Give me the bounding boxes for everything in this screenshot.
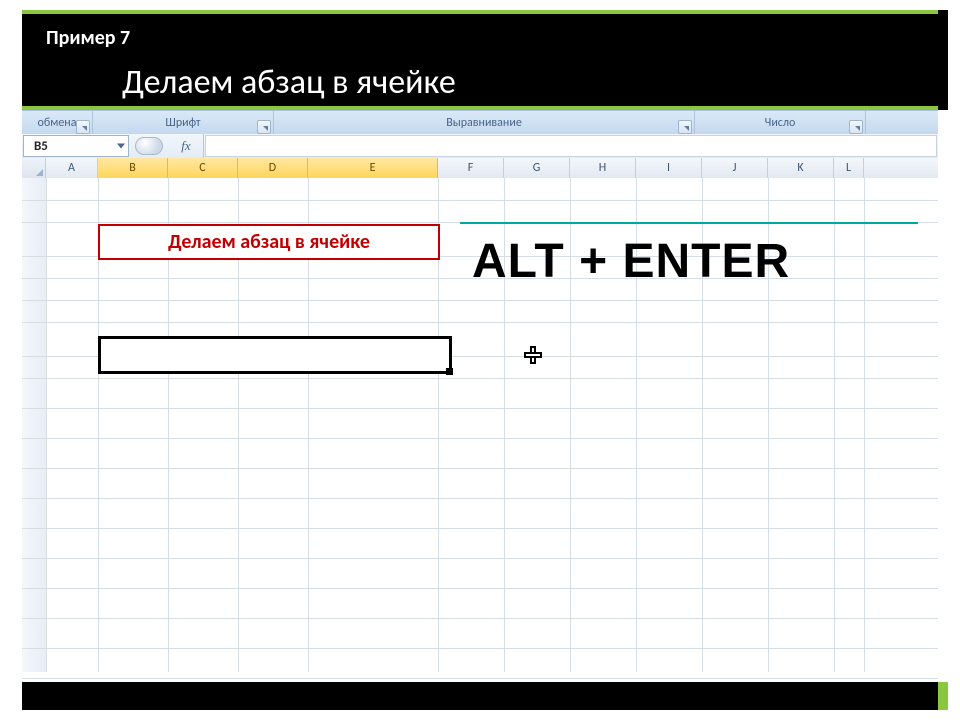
column-header[interactable]: J <box>702 158 768 178</box>
ribbon-group-label: обмена <box>38 116 77 130</box>
slide-title: Делаем абзац в ячейке <box>122 62 456 103</box>
select-all-corner[interactable] <box>22 158 46 178</box>
gridline-horizontal <box>22 618 938 619</box>
excel-cursor-icon <box>524 346 542 364</box>
spreadsheet-grid[interactable]: Делаем абзац в ячейке ALT + ENTER <box>22 178 938 672</box>
ribbon-group: обмена <box>22 111 93 135</box>
ribbon-group-label: Выравнивание <box>446 116 522 130</box>
name-box-value: B5 <box>34 139 48 154</box>
slide-banner: Пример 7 Делаем абзац в ячейке <box>22 10 948 110</box>
knob-icon <box>135 137 163 155</box>
name-box[interactable]: B5 <box>23 135 129 157</box>
gridline-horizontal <box>22 468 938 469</box>
column-header[interactable]: G <box>504 158 570 178</box>
gridline-horizontal <box>22 300 938 301</box>
dialog-launcher-icon[interactable] <box>678 120 692 134</box>
column-header[interactable]: F <box>438 158 504 178</box>
formula-bar-divider <box>129 134 169 158</box>
fx-icon[interactable]: fx <box>169 134 204 158</box>
column-header[interactable]: C <box>168 158 238 178</box>
ribbon-group: Число <box>695 111 866 135</box>
dialog-launcher-icon[interactable] <box>849 120 863 134</box>
column-header[interactable]: D <box>238 158 308 178</box>
column-header[interactable]: B <box>98 158 168 178</box>
red-title-cell: Делаем абзац в ячейке <box>98 224 440 260</box>
slide-bottom-bar <box>22 682 948 710</box>
gridline-horizontal <box>22 378 938 379</box>
gridline-horizontal <box>22 408 938 409</box>
active-cell-selection[interactable] <box>98 336 452 374</box>
gridline-horizontal <box>22 200 938 201</box>
ribbon-group-label: Число <box>765 116 796 130</box>
name-box-dropdown-icon[interactable] <box>117 144 125 149</box>
ribbon-group: Выравнивание <box>274 111 695 135</box>
dialog-launcher-icon[interactable] <box>76 120 90 134</box>
teal-rule <box>460 222 918 224</box>
column-header[interactable]: H <box>570 158 636 178</box>
ribbon-group-label: Шрифт <box>165 116 200 130</box>
red-title-text: Делаем абзац в ячейке <box>168 230 370 254</box>
dialog-launcher-icon[interactable] <box>257 120 271 134</box>
fill-handle[interactable] <box>446 368 453 375</box>
ribbon-group-strip: обмена Шрифт Выравнивание Число <box>22 110 938 136</box>
column-headers: ABCDEFGHIJKL <box>22 158 938 179</box>
gridline-horizontal <box>22 588 938 589</box>
example-number: Пример 7 <box>46 26 130 50</box>
column-header[interactable]: K <box>768 158 834 178</box>
column-header[interactable]: E <box>308 158 438 178</box>
gridline-horizontal <box>22 528 938 529</box>
gridline-vertical <box>834 178 835 672</box>
formula-bar-row: B5 fx <box>22 134 938 159</box>
ribbon-group: Шрифт <box>93 111 274 135</box>
column-header[interactable]: I <box>636 158 702 178</box>
gridline-horizontal <box>22 678 938 679</box>
gridline-vertical <box>864 178 865 672</box>
gridline-horizontal <box>22 648 938 649</box>
gridline-horizontal <box>22 322 938 323</box>
gridline-horizontal <box>22 438 938 439</box>
column-header[interactable]: L <box>834 158 864 178</box>
formula-bar-input[interactable] <box>205 135 937 157</box>
slide-banner-inner: Пример 7 Делаем абзац в ячейке <box>22 14 938 106</box>
gridline-horizontal <box>22 558 938 559</box>
gridline-horizontal <box>22 498 938 499</box>
column-header[interactable]: A <box>46 158 98 178</box>
row-header-gutter <box>22 178 47 672</box>
shortcut-label: ALT + ENTER <box>472 234 790 289</box>
